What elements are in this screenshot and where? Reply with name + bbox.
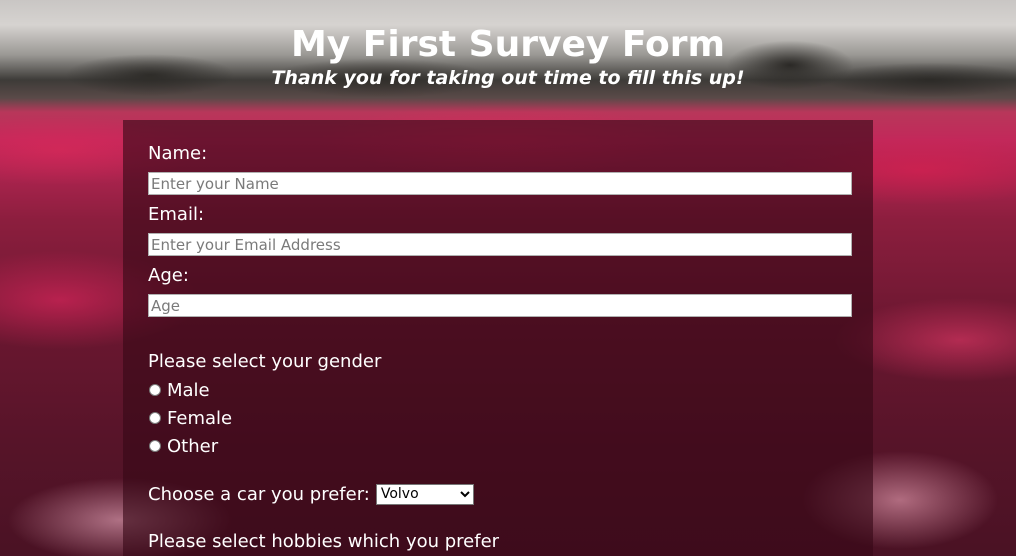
age-label: Age:: [148, 265, 189, 286]
gender-radio-other[interactable]: [149, 440, 161, 452]
car-select[interactable]: Volvo: [375, 483, 474, 505]
gender-option-label: Male: [167, 379, 210, 401]
gender-option-male[interactable]: Male: [148, 376, 852, 404]
page-title: My First Survey Form: [290, 24, 725, 65]
email-input[interactable]: [148, 233, 852, 256]
name-label: Name:: [148, 143, 208, 164]
page-subtitle: Thank you for taking out time to fill th…: [271, 67, 745, 89]
page-header: My First Survey Form Thank you for takin…: [0, 24, 1016, 90]
age-input[interactable]: [148, 294, 852, 317]
email-label: Email:: [148, 204, 205, 225]
gender-question: Please select your gender: [148, 351, 382, 372]
gender-option-other[interactable]: Other: [148, 432, 852, 460]
gender-option-label: Other: [167, 435, 219, 457]
car-preference-row: Choose a car you prefer: Volvo: [148, 480, 852, 508]
name-input[interactable]: [148, 172, 852, 195]
survey-form-content: Name: Email: Age: Please select your gen…: [148, 142, 852, 556]
gender-option-label: Female: [167, 407, 233, 429]
hobbies-question: Please select hobbies which you prefer: [148, 531, 500, 552]
gender-option-female[interactable]: Female: [148, 404, 852, 432]
survey-form: Name: Email: Age: Please select your gen…: [123, 120, 873, 556]
car-question: Choose a car you prefer:: [148, 483, 370, 505]
gender-radio-male[interactable]: [149, 384, 161, 396]
gender-radio-female[interactable]: [149, 412, 161, 424]
